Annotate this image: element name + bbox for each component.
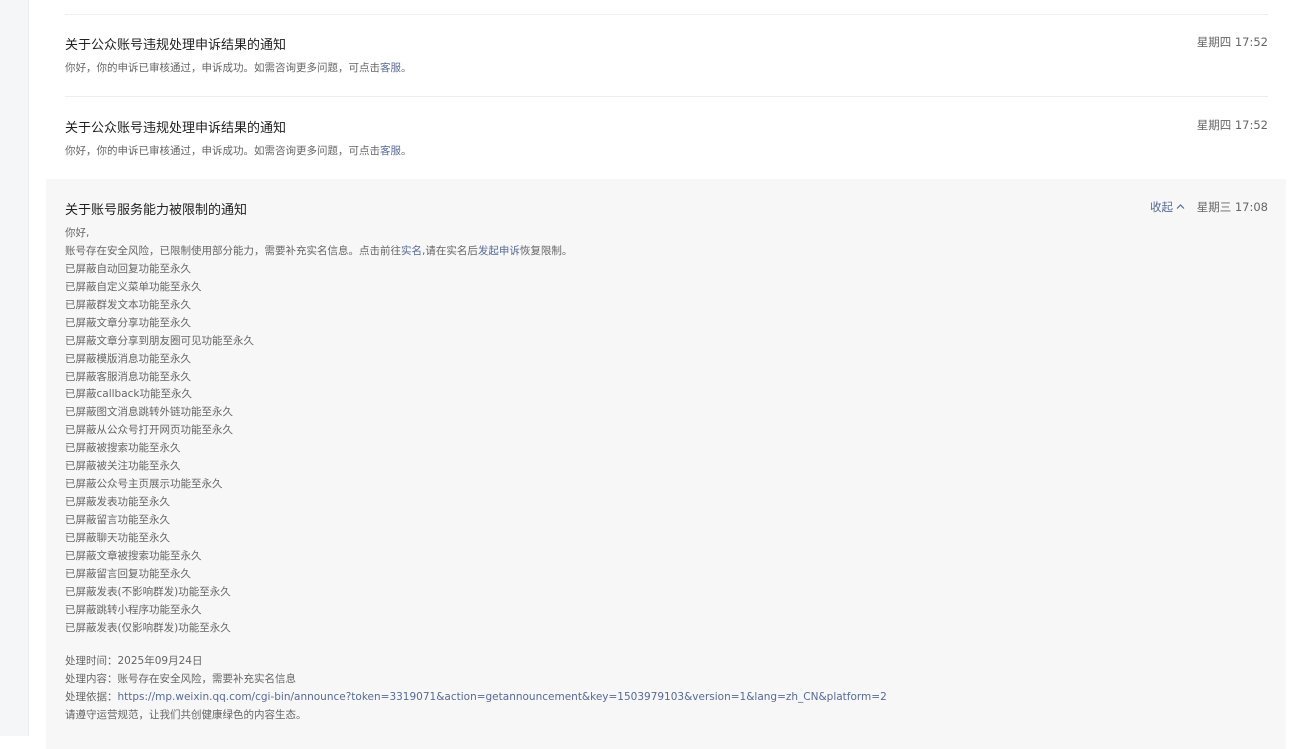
restriction-item: 已屏蔽留言回复功能至永久 [65, 567, 191, 580]
appeal-link[interactable]: 发起申诉 [478, 245, 520, 257]
customer-service-link[interactable]: 客服 [380, 62, 401, 74]
process-basis: 处理依据：https://mp.weixin.qq.com/cgi-bin/an… [65, 689, 887, 707]
restriction-item: 已屏蔽公众号主页展示功能至永久 [65, 478, 223, 491]
summary-text: 你好，你的申诉已审核通过，申诉成功。如需咨询更多问题，可点击 [65, 145, 380, 157]
intro-text: 恢复限制。 [519, 244, 573, 257]
message-summary: 你好，你的申诉已审核通过，申诉成功。如需咨询更多问题，可点击客服。 [65, 60, 412, 75]
message-title[interactable]: 关于公众账号违规处理申诉结果的通知 [65, 117, 286, 136]
summary-end: 。 [401, 62, 412, 74]
message-time: 星期三 17:08 [1196, 200, 1268, 214]
summary-end: 。 [401, 145, 412, 157]
restriction-item: 已屏蔽被关注功能至永久 [65, 460, 181, 473]
divider [65, 96, 1268, 97]
restriction-item: 已屏蔽模版消息功能至永久 [65, 352, 191, 365]
message-body: 你好, 账号存在安全风险，已限制使用部分能力，需要补充实名信息。点击前往实名,请… [65, 225, 572, 638]
message-item[interactable]: 关于公众账号违规处理申诉结果的通知 星期四 17:52 你好，你的申诉已审核通过… [65, 34, 1268, 97]
restriction-item: 已屏蔽发表功能至永久 [65, 496, 170, 509]
restriction-item: 已屏蔽文章分享到朋友圈可见功能至永久 [65, 334, 254, 347]
collapse-button[interactable]: 收起 [1150, 199, 1185, 215]
left-sidebar-edge [0, 0, 29, 736]
message-time: 星期四 17:52 [1196, 35, 1268, 49]
customer-service-link[interactable]: 客服 [380, 145, 401, 157]
restriction-item: 已屏蔽callback功能至永久 [65, 388, 192, 401]
greeting: 你好, [65, 227, 90, 239]
message-title[interactable]: 关于公众账号违规处理申诉结果的通知 [65, 34, 286, 53]
restriction-item: 已屏蔽客服消息功能至永久 [65, 370, 191, 383]
process-info: 处理时间：2025年09月24日 处理内容：账号存在安全风险，需要补充实名信息 … [65, 653, 887, 725]
intro-text: 账号存在安全风险，已限制使用部分能力，需要补充实名信息。点击前往 [65, 244, 401, 257]
restriction-item: 已屏蔽被搜索功能至永久 [65, 442, 181, 455]
restriction-item: 已屏蔽发表(不影响群发)功能至永久 [65, 585, 231, 598]
restriction-item: 已屏蔽文章被搜索功能至永久 [65, 549, 202, 562]
restriction-item: 已屏蔽留言功能至永久 [65, 514, 170, 526]
restriction-item: 已屏蔽聊天功能至永久 [65, 531, 170, 544]
expanded-message: 关于账号服务能力被限制的通知 收起 星期三 17:08 你好, 账号存在安全风险… [46, 179, 1286, 749]
restriction-item: 已屏蔽跳转小程序功能至永久 [65, 603, 202, 616]
collapse-label: 收起 [1150, 200, 1173, 214]
process-time: 处理时间：2025年09月24日 [65, 655, 203, 667]
process-basis-label: 处理依据： [65, 690, 118, 703]
intro-line: 账号存在安全风险，已限制使用部分能力，需要补充实名信息。点击前往实名,请在实名后… [65, 243, 572, 261]
real-name-link[interactable]: 实名 [401, 245, 422, 257]
process-content: 处理内容：账号存在安全风险，需要补充实名信息 [65, 672, 296, 685]
message-summary: 你好，你的申诉已审核通过，申诉成功。如需咨询更多问题，可点击客服。 [65, 143, 412, 158]
message-title[interactable]: 关于账号服务能力被限制的通知 [65, 199, 247, 218]
restriction-item: 已屏蔽自动回复功能至永久 [65, 262, 191, 275]
summary-text: 你好，你的申诉已审核通过，申诉成功。如需咨询更多问题，可点击 [65, 62, 380, 74]
restriction-item: 已屏蔽发表(仅影响群发)功能至永久 [65, 621, 231, 634]
restriction-item: 已屏蔽从公众号打开网页功能至永久 [65, 424, 233, 437]
process-basis-link[interactable]: https://mp.weixin.qq.com/cgi-bin/announc… [118, 691, 887, 703]
divider [65, 14, 1268, 15]
footer-note: 请遵守运营规范，让我们共创健康绿色的内容生态。 [65, 708, 307, 721]
message-item[interactable]: 关于公众账号违规处理申诉结果的通知 星期四 17:52 你好，你的申诉已审核通过… [65, 117, 1268, 180]
message-time: 星期四 17:52 [1196, 118, 1268, 132]
restriction-item: 已屏蔽图文消息跳转外链功能至永久 [65, 406, 233, 419]
restriction-item: 已屏蔽文章分享功能至永久 [65, 316, 191, 329]
chevron-up-icon [1176, 204, 1185, 209]
intro-text: ,请在实名后 [422, 244, 478, 257]
restriction-item: 已屏蔽自定义菜单功能至永久 [65, 280, 202, 293]
restriction-item: 已屏蔽群发文本功能至永久 [65, 298, 191, 311]
